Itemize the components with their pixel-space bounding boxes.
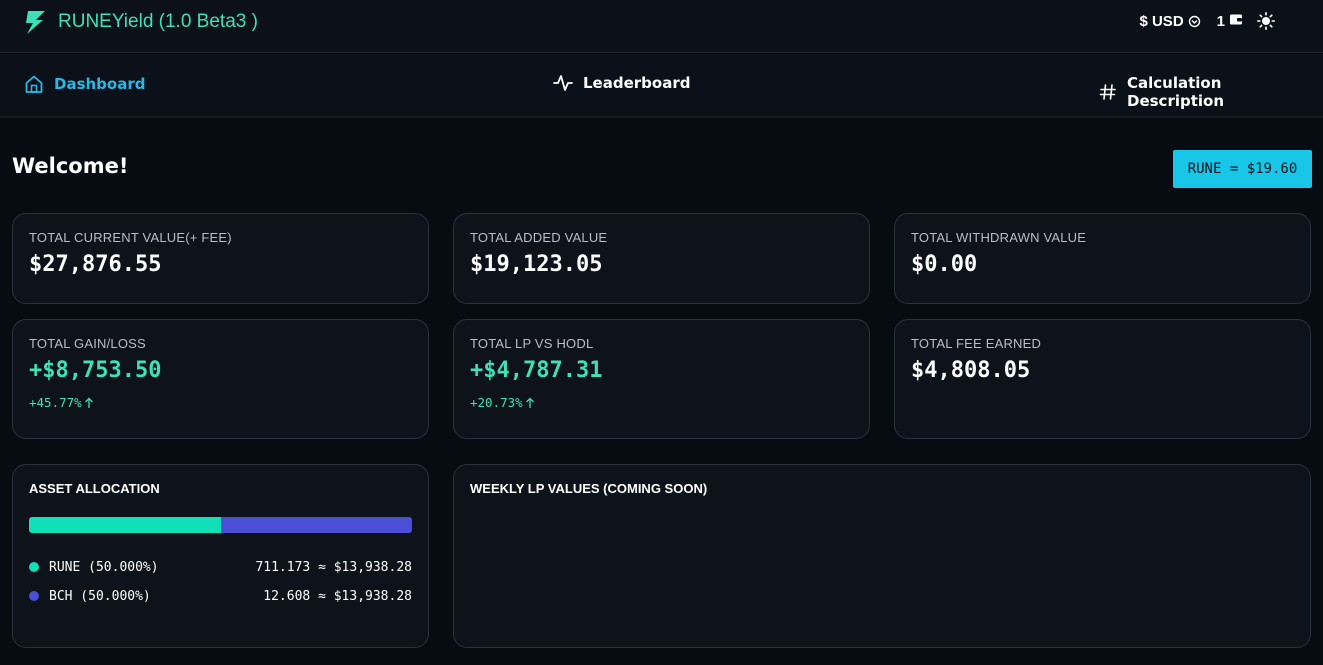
stat-label: TOTAL FEE EARNED — [911, 336, 1042, 351]
stat-change-value: +20.73% — [470, 395, 523, 410]
stat-value: $0.00 — [911, 252, 978, 277]
stat-label: TOTAL GAIN/LOSS — [29, 336, 146, 351]
asset-allocation-card: ASSET ALLOCATION RUNE (50.000%) 711.173 … — [12, 464, 429, 648]
stat-value: $4,808.05 — [911, 358, 1031, 383]
top-right-controls: $ USD 1 — [1139, 12, 1275, 30]
wallet-count: 1 — [1216, 12, 1225, 30]
stat-label: TOTAL WITHDRAWN VALUE — [911, 230, 1087, 245]
arrow-up-icon — [525, 397, 534, 408]
stat-change: +45.77% — [29, 395, 94, 410]
legend-amount: 12.608 ≈ $13,938.28 — [263, 588, 412, 604]
brand[interactable]: RUNEYield (1.0 Beta3 ) — [24, 9, 258, 35]
nav-item-calculation-description[interactable]: Calculation Description — [1099, 74, 1323, 110]
stat-label: TOTAL CURRENT VALUE(+ FEE) — [29, 230, 232, 245]
legend-dot — [29, 562, 39, 572]
activity-icon — [553, 74, 573, 92]
allocation-bar — [29, 517, 412, 533]
hash-icon — [1099, 83, 1117, 101]
stat-change: +20.73% — [470, 395, 535, 410]
nav-label-leaderboard: Leaderboard — [583, 74, 691, 92]
stat-value: $27,876.55 — [29, 252, 162, 277]
nav-item-leaderboard[interactable]: Leaderboard — [553, 74, 690, 92]
legend-name: RUNE (50.000%) — [49, 559, 159, 575]
legend-row-rune: RUNE (50.000%) 711.173 ≈ $13,938.28 — [29, 558, 412, 576]
currency-selector[interactable]: $ USD — [1139, 13, 1200, 30]
legend-dot — [29, 591, 39, 601]
wallet-icon — [1225, 13, 1243, 30]
rune-price-badge: RUNE = $19.60 — [1173, 150, 1312, 188]
home-icon — [24, 74, 44, 94]
nav-label-dashboard: Dashboard — [54, 75, 146, 93]
page-title: Welcome! — [12, 154, 129, 178]
weekly-lp-values-card: WEEKLY LP VALUES (COMING SOON) — [453, 464, 1311, 648]
stat-value: +$4,787.31 — [470, 358, 603, 383]
asset-allocation-title: ASSET ALLOCATION — [29, 481, 160, 496]
currency-label: $ USD — [1139, 12, 1184, 30]
stat-label: TOTAL LP VS HODL — [470, 336, 594, 351]
main-nav: Dashboard Leaderboard Calculation Descri… — [0, 54, 1323, 118]
app-title: RUNEYield (1.0 Beta3 ) — [58, 11, 258, 32]
stat-card-total-current-value: TOTAL CURRENT VALUE(+ FEE) $27,876.55 — [12, 213, 429, 304]
stat-value: $19,123.05 — [470, 252, 603, 277]
top-bar: RUNEYield (1.0 Beta3 ) $ USD 1 — [0, 0, 1323, 53]
sun-icon[interactable] — [1257, 12, 1275, 30]
wallet-button[interactable]: 1 — [1217, 13, 1243, 30]
legend-amount: 711.173 ≈ $13,938.28 — [255, 559, 412, 575]
stat-card-total-lp-vs-hodl: TOTAL LP VS HODL +$4,787.31 +20.73% — [453, 319, 870, 439]
stat-change-value: +45.77% — [29, 395, 82, 410]
arrow-up-icon — [84, 397, 93, 408]
stat-card-total-added-value: TOTAL ADDED VALUE $19,123.05 — [453, 213, 870, 304]
chevron-down-icon — [1188, 15, 1201, 28]
stat-value: +$8,753.50 — [29, 358, 162, 383]
weekly-lp-values-title: WEEKLY LP VALUES (COMING SOON) — [470, 481, 708, 496]
stat-card-total-gain-loss: TOTAL GAIN/LOSS +$8,753.50 +45.77% — [12, 319, 429, 439]
allocation-segment-bch — [220, 517, 412, 533]
legend-row-bch: BCH (50.000%) 12.608 ≈ $13,938.28 — [29, 587, 412, 605]
legend-name: BCH (50.000%) — [49, 588, 151, 604]
allocation-segment-rune — [29, 517, 221, 533]
stat-card-total-withdrawn-value: TOTAL WITHDRAWN VALUE $0.00 — [894, 213, 1311, 304]
lightning-logo-icon — [24, 9, 48, 35]
nav-item-dashboard[interactable]: Dashboard — [24, 74, 145, 94]
nav-label-calculation-description: Calculation Description — [1127, 74, 1225, 110]
stat-label: TOTAL ADDED VALUE — [470, 230, 608, 245]
stat-card-total-fee-earned: TOTAL FEE EARNED $4,808.05 — [894, 319, 1311, 439]
